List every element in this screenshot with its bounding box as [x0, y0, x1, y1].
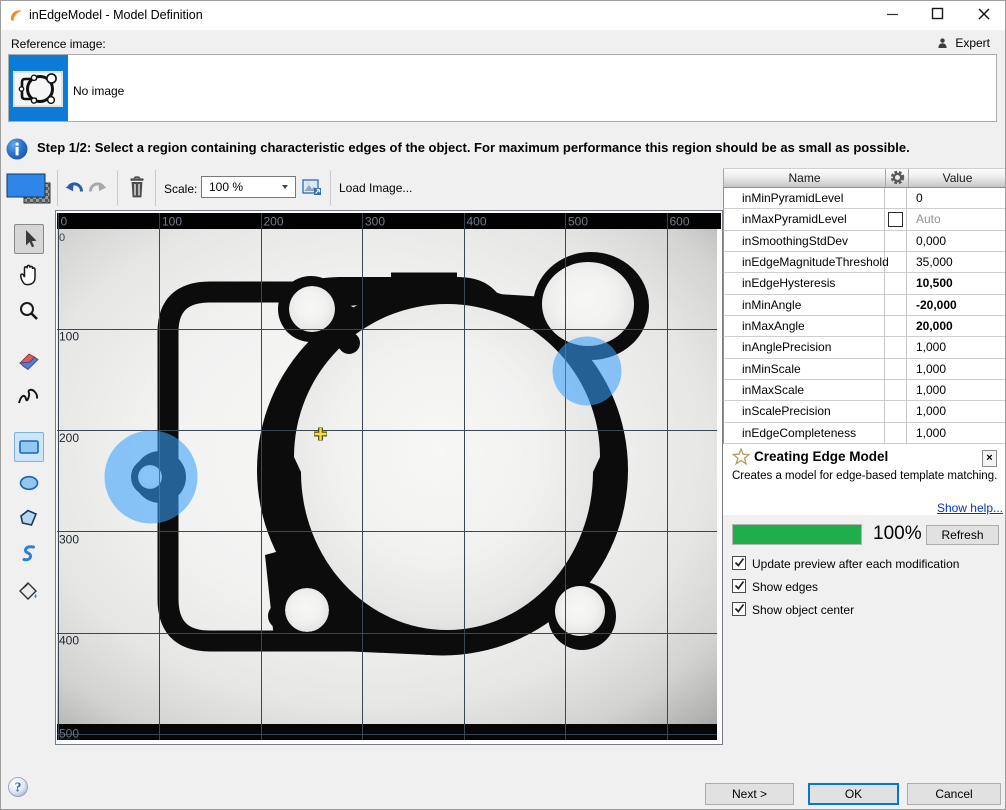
svg-text:300: 300 — [59, 532, 79, 546]
svg-text:?: ? — [15, 780, 22, 795]
svg-text:100: 100 — [59, 330, 79, 344]
svg-text:100: 100 — [162, 215, 182, 229]
svg-text:300: 300 — [365, 215, 385, 229]
svg-text:200: 200 — [264, 215, 284, 229]
svg-text:0: 0 — [61, 215, 68, 229]
svg-text:600: 600 — [670, 215, 690, 229]
svg-text:400: 400 — [467, 215, 487, 229]
svg-text:500: 500 — [568, 215, 588, 229]
svg-text:500: 500 — [59, 727, 79, 741]
svg-text:0: 0 — [59, 232, 65, 244]
svg-text:200: 200 — [59, 431, 79, 445]
svg-text:400: 400 — [59, 634, 79, 648]
